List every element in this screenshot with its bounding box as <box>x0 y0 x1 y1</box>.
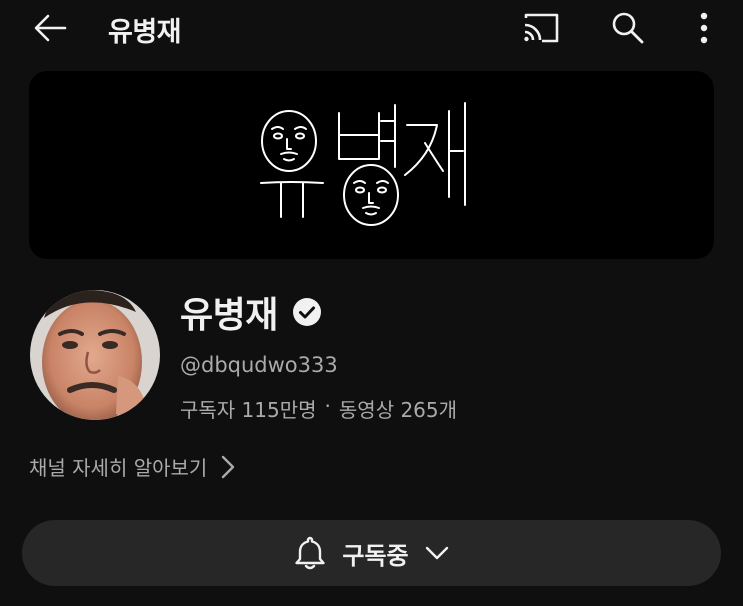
avatar-image <box>30 290 160 420</box>
back-button[interactable] <box>28 8 72 48</box>
subscribed-button[interactable]: 구독중 <box>22 520 721 586</box>
search-icon <box>612 12 644 44</box>
channel-name: 유병재 <box>180 295 278 336</box>
channel-avatar[interactable] <box>30 290 160 420</box>
bell-icon <box>295 536 326 570</box>
channel-banner-artwork <box>260 102 466 226</box>
cast-button[interactable] <box>516 8 564 48</box>
search-button[interactable] <box>604 8 652 48</box>
channel-handle: @dbqudwo333 <box>180 353 338 377</box>
subscriber-count: 구독자 115만명 <box>180 398 317 422</box>
channel-stats: 구독자 115만명 · 동영상 265개 <box>180 394 457 423</box>
channel-details-label: 채널 자세히 알아보기 <box>29 456 208 480</box>
more-vert-icon <box>700 12 708 44</box>
channel-banner <box>29 71 714 259</box>
subscribed-label: 구독중 <box>342 541 409 570</box>
channel-name-row: 유병재 <box>180 286 322 338</box>
arrow-left-icon <box>34 14 67 42</box>
channel-page: 유병재 유병재 @dbqudwo333 구독자 115만명 · 동영상 265개… <box>0 0 743 606</box>
top-app-bar: 유병재 <box>0 0 743 56</box>
more-options-button[interactable] <box>684 8 724 48</box>
chevron-right-icon <box>222 455 235 478</box>
page-title: 유병재 <box>108 17 182 48</box>
cast-icon <box>524 13 559 43</box>
verified-badge-icon <box>292 297 322 327</box>
channel-details-link[interactable]: 채널 자세히 알아보기 <box>29 452 235 481</box>
chevron-down-icon <box>425 546 448 560</box>
stats-separator: · <box>324 394 331 418</box>
video-count: 동영상 265개 <box>338 398 458 422</box>
